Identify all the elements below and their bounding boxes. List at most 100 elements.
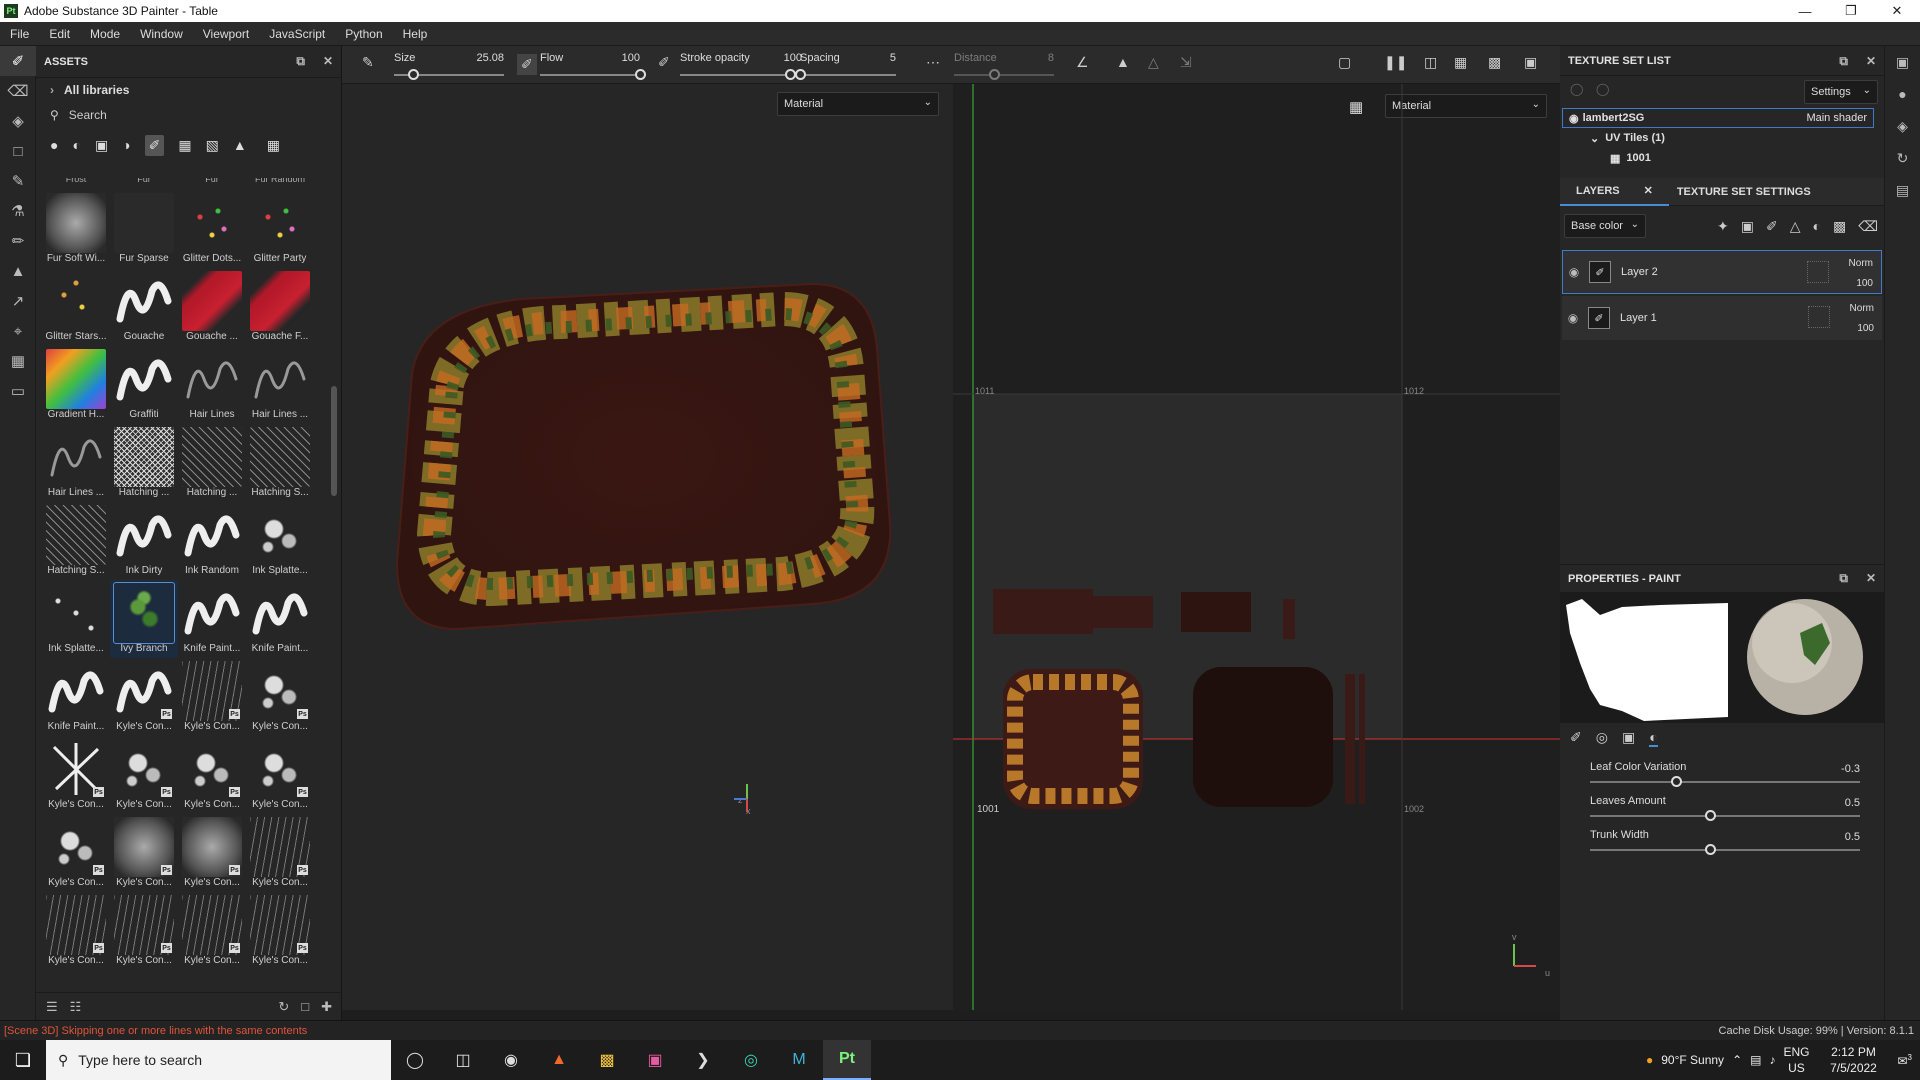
layer-row[interactable]: ◉ ✐ Layer 1 Norm 100 bbox=[1562, 296, 1882, 340]
asset-tile[interactable]: Ps Kyle's Con... bbox=[178, 892, 246, 970]
add-fill-layer-icon[interactable]: △ bbox=[1790, 218, 1801, 235]
geometry-mask-tool-icon[interactable]: ▦ bbox=[0, 346, 36, 376]
tab-texture-set-settings[interactable]: TEXTURE SET SETTINGS bbox=[1669, 186, 1819, 198]
asset-tile[interactable]: Hatching ... bbox=[110, 424, 178, 502]
close-button[interactable]: ✕ bbox=[1874, 0, 1920, 22]
substance-painter-icon[interactable]: Pt bbox=[823, 1040, 871, 1080]
asset-tile[interactable]: Gouache ... bbox=[178, 268, 246, 346]
flow-pressure-icon[interactable]: ✐ bbox=[658, 54, 670, 71]
add-icon[interactable]: ✚ bbox=[321, 999, 332, 1015]
clone-tool-icon[interactable]: ⚗ bbox=[0, 196, 36, 226]
history-icon[interactable]: ↻ bbox=[1885, 142, 1920, 174]
asset-tile[interactable]: Ps Kyle's Con... bbox=[178, 736, 246, 814]
asset-tile[interactable]: Ps Kyle's Con... bbox=[178, 658, 246, 736]
tab-layers[interactable]: LAYERS ✕ bbox=[1560, 178, 1669, 206]
menu-file[interactable]: File bbox=[0, 27, 39, 41]
material-tab-icon[interactable]: ◐ bbox=[1649, 729, 1658, 747]
search-input[interactable]: Search bbox=[69, 108, 107, 122]
asset-tile[interactable]: Ps Kyle's Con... bbox=[42, 736, 110, 814]
paint-brush-tool-icon[interactable]: ✐ bbox=[0, 46, 36, 76]
asset-tile[interactable]: Ps Kyle's Con... bbox=[42, 892, 110, 970]
asset-tile[interactable]: Ps Kyle's Con... bbox=[246, 736, 314, 814]
taskbar-search[interactable]: ⚲ Type here to search bbox=[46, 1040, 391, 1080]
brush-tab-icon[interactable]: ✐ bbox=[1570, 729, 1582, 747]
asset-tile[interactable]: Fur Sparse bbox=[110, 190, 178, 268]
property-slider[interactable]: Leaves Amount 0.5 bbox=[1590, 795, 1860, 829]
property-track[interactable] bbox=[1590, 781, 1860, 783]
visibility-all-icon[interactable]: ◯ bbox=[1570, 82, 1583, 96]
asset-tile[interactable]: Gouache bbox=[110, 268, 178, 346]
angle-icon[interactable]: ∠ bbox=[1076, 54, 1089, 71]
asset-tile[interactable]: Hair Lines bbox=[178, 346, 246, 424]
log-message[interactable]: [Scene 3D] Skipping one or more lines wi… bbox=[0, 1025, 307, 1037]
property-track[interactable] bbox=[1590, 815, 1860, 817]
polygon-fill-tool-icon[interactable]: □ bbox=[0, 136, 36, 166]
asset-tile[interactable]: Hatching ... bbox=[178, 424, 246, 502]
asset-tile[interactable]: Glitter Stars... bbox=[42, 268, 110, 346]
property-knob[interactable] bbox=[1670, 776, 1682, 787]
close-tab-icon[interactable]: ✕ bbox=[1636, 184, 1661, 197]
asset-tile[interactable]: Hair Lines ... bbox=[246, 346, 314, 424]
asset-tile[interactable]: Ivy Branch bbox=[110, 580, 178, 658]
asset-tile[interactable]: Glitter Party bbox=[246, 190, 314, 268]
asset-tile[interactable]: Glitter Dots... bbox=[178, 190, 246, 268]
asset-tile[interactable]: Hatching S... bbox=[246, 424, 314, 502]
asset-tile[interactable]: Knife Paint... bbox=[246, 580, 314, 658]
hide-ui-icon[interactable]: ▢ bbox=[1338, 54, 1351, 71]
asset-tile[interactable]: Fur Soft Wi... bbox=[42, 190, 110, 268]
notification-icon[interactable]: ✉3 bbox=[1897, 1053, 1912, 1068]
transform-icon[interactable]: ⇲ bbox=[1180, 54, 1192, 71]
add-mask-icon[interactable]: ▣ bbox=[1741, 218, 1754, 235]
export-tool-icon[interactable]: ↗ bbox=[0, 286, 36, 316]
asset-tile[interactable]: Ps Kyle's Con... bbox=[110, 892, 178, 970]
close-panel-icon[interactable]: ✕ bbox=[1866, 571, 1876, 586]
alpha-tab-icon[interactable]: ◎ bbox=[1596, 729, 1608, 747]
task-view-icon[interactable]: ◫ bbox=[439, 1040, 487, 1080]
property-value[interactable]: -0.3 bbox=[1841, 763, 1860, 775]
asset-tile[interactable]: Ps Kyle's Con... bbox=[178, 814, 246, 892]
grid-view-icon[interactable]: ▦ bbox=[267, 137, 280, 154]
size-pressure-icon[interactable]: ✐ bbox=[517, 54, 537, 75]
menu-javascript[interactable]: JavaScript bbox=[259, 27, 335, 41]
asset-tile[interactable]: Ink Splatte... bbox=[42, 580, 110, 658]
measure-tool-icon[interactable]: ⌖ bbox=[0, 316, 36, 346]
property-value[interactable]: 0.5 bbox=[1845, 831, 1860, 843]
pattern-filter-icon[interactable]: ▧ bbox=[206, 137, 219, 154]
delete-layer-icon[interactable]: ⌫ bbox=[1858, 218, 1878, 235]
smudge-tool-icon[interactable]: ✎ bbox=[0, 166, 36, 196]
asset-tile[interactable]: Hair Lines ... bbox=[42, 424, 110, 502]
camera-icon[interactable]: ▩ bbox=[1488, 54, 1501, 71]
photo-app-icon[interactable]: ▣ bbox=[631, 1040, 679, 1080]
display-settings-icon[interactable]: ● bbox=[1885, 78, 1920, 110]
uv-tile-row[interactable]: ▦ 1001 bbox=[1560, 148, 1884, 168]
asset-tile[interactable]: Gradient H... bbox=[42, 346, 110, 424]
symmetry-icon[interactable]: ▲ bbox=[1116, 54, 1130, 70]
weather-icon[interactable]: ● bbox=[1646, 1053, 1653, 1067]
float-panel-icon[interactable]: ⧉ bbox=[1839, 571, 1848, 586]
menu-python[interactable]: Python bbox=[335, 27, 392, 41]
asset-tile[interactable]: Ink Splatte... bbox=[246, 502, 314, 580]
menu-viewport[interactable]: Viewport bbox=[193, 27, 259, 41]
screenshot-icon[interactable]: ▣ bbox=[1524, 54, 1537, 71]
distance-knob[interactable] bbox=[989, 69, 1000, 80]
volume-icon[interactable]: ♪ bbox=[1769, 1053, 1775, 1067]
close-panel-icon[interactable]: ✕ bbox=[1866, 54, 1876, 69]
menu-mode[interactable]: Mode bbox=[80, 27, 130, 41]
clock[interactable]: 2:12 PM 7/5/2022 bbox=[1817, 1044, 1889, 1076]
visual-studio-icon[interactable]: ❯ bbox=[679, 1040, 727, 1080]
layer-mask-slot[interactable] bbox=[1807, 261, 1829, 283]
list-view-icon[interactable]: ☰ bbox=[46, 999, 58, 1015]
asset-tile[interactable]: Ink Dirty bbox=[110, 502, 178, 580]
layer-opacity[interactable]: 100 bbox=[1849, 274, 1873, 294]
stencil-tab-icon[interactable]: ▣ bbox=[1622, 729, 1635, 747]
texture-set-row[interactable]: ◉ lambert2SG Main shader bbox=[1562, 108, 1874, 128]
property-track[interactable] bbox=[1590, 849, 1860, 851]
eye-icon[interactable]: ◉ bbox=[1562, 311, 1584, 325]
property-knob[interactable] bbox=[1705, 844, 1716, 855]
mask-filter-icon[interactable]: ▣ bbox=[95, 137, 108, 154]
size-knob[interactable] bbox=[407, 69, 419, 80]
menu-window[interactable]: Window bbox=[130, 27, 193, 41]
asset-tile[interactable]: Ps Kyle's Con... bbox=[110, 658, 178, 736]
channel-dropdown[interactable]: Base color ⌄ bbox=[1564, 214, 1646, 238]
eye-icon[interactable]: ◉ bbox=[1563, 265, 1585, 279]
